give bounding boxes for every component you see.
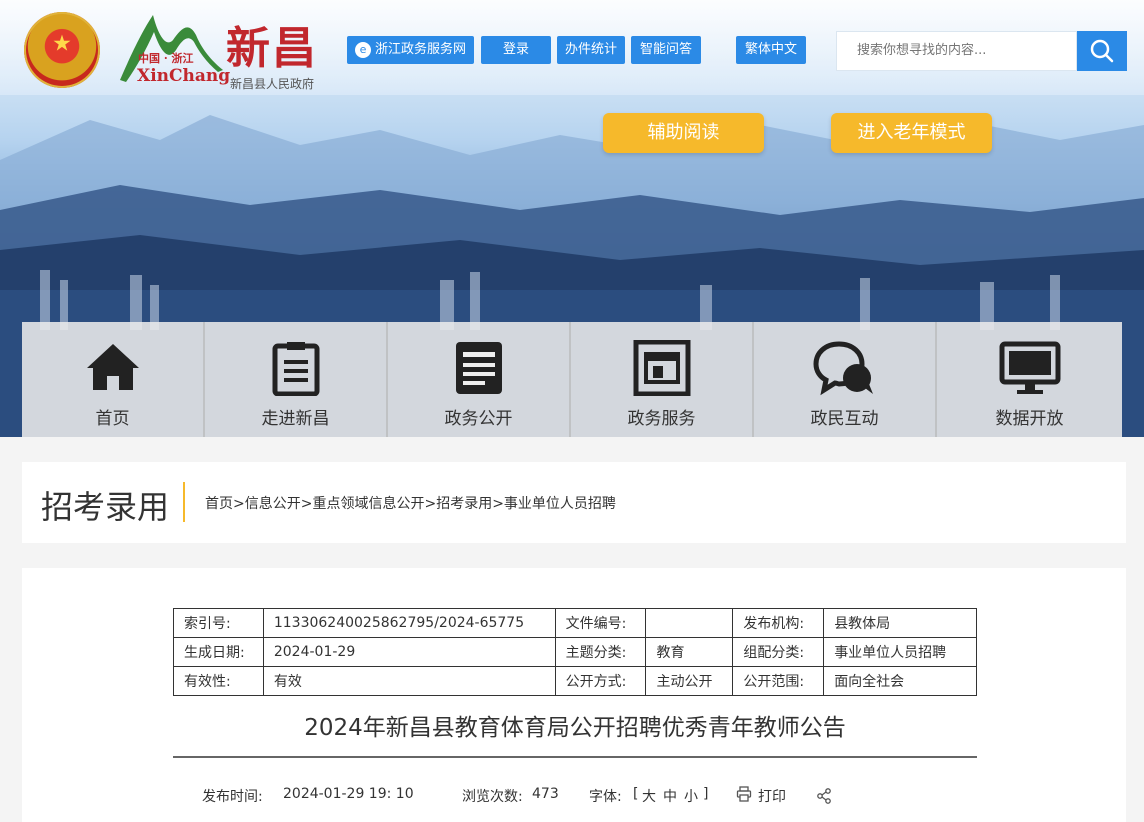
- document-meta-table: 索引号: 113306240025862795/2024-65775 文件编号:…: [173, 608, 977, 696]
- case-statistics-button[interactable]: 办件统计: [557, 36, 625, 64]
- views-count: 473: [532, 786, 559, 802]
- meta-value: [645, 608, 734, 638]
- service-window-icon: [633, 340, 690, 396]
- meta-label: 公开范围:: [732, 666, 825, 696]
- meta-label: 发布机构:: [732, 608, 825, 638]
- assisted-reading-button[interactable]: 辅助阅读: [603, 113, 764, 153]
- main-nav: 首页 走进新昌 政务公开 政务服务 政民互动 数据开放: [22, 322, 1122, 437]
- table-row: 有效性: 有效 公开方式: 主动公开 公开范围: 面向全社会: [173, 666, 977, 696]
- nav-label: 政务公开: [444, 409, 513, 429]
- logo-subtitle: 中国 · 浙江: [138, 52, 194, 65]
- meta-label: 公开方式:: [554, 666, 647, 696]
- nav-label: 数据开放: [995, 409, 1064, 429]
- meta-value: 县教体局: [823, 608, 977, 638]
- meta-label: 索引号:: [173, 608, 264, 638]
- elder-mode-button[interactable]: 进入老年模式: [831, 113, 992, 153]
- breadcrumb[interactable]: 首页>信息公开>重点领域信息公开>招考录用>事业单位人员招聘: [205, 493, 616, 513]
- zhejiang-service-icon: e: [354, 41, 371, 58]
- font-size-large-link[interactable]: 大: [642, 786, 656, 806]
- chat-bubbles-icon: [812, 341, 873, 396]
- nav-item-about-xinchang[interactable]: 走进新昌: [205, 322, 388, 437]
- meta-value: 主动公开: [645, 666, 734, 696]
- search-field[interactable]: [836, 31, 1077, 71]
- publish-time-label: 发布时间:: [202, 789, 263, 805]
- meta-value: 2024-01-29: [262, 637, 556, 667]
- meta-label: 文件编号:: [554, 608, 647, 638]
- views-label: 浏览次数:: [462, 789, 523, 805]
- publish-time: 2024-01-29 19: 10: [283, 786, 414, 802]
- font-size-bracket-close: ]: [703, 786, 709, 802]
- share-icon[interactable]: [816, 788, 832, 804]
- font-size-small-link[interactable]: 小: [684, 786, 698, 806]
- smart-qa-button[interactable]: 智能问答: [631, 36, 701, 64]
- title-divider: [183, 482, 185, 522]
- meta-value: 教育: [645, 637, 734, 667]
- font-size-bracket-open: [: [633, 786, 639, 802]
- nav-label: 政民互动: [810, 409, 879, 429]
- font-size-medium-link[interactable]: 中: [663, 786, 677, 806]
- meta-value: 面向全社会: [823, 666, 977, 696]
- nav-item-home[interactable]: 首页: [22, 322, 205, 437]
- logo-chinese-name: 新昌: [226, 23, 318, 74]
- search-button[interactable]: [1077, 31, 1127, 71]
- section-title: 招考录用: [41, 488, 170, 526]
- nav-label: 首页: [95, 409, 130, 429]
- search-icon: [1090, 39, 1114, 63]
- meta-label: 有效性:: [173, 666, 264, 696]
- nav-label: 政务服务: [627, 409, 696, 429]
- article-content: 索引号: 113306240025862795/2024-65775 文件编号:…: [22, 568, 1126, 822]
- document-list-icon: [272, 342, 319, 396]
- news-icon: [455, 342, 502, 394]
- meta-value: 113306240025862795/2024-65775: [262, 608, 556, 638]
- table-row: 生成日期: 2024-01-29 主题分类: 教育 组配分类: 事业单位人员招聘: [173, 637, 977, 667]
- title-divider-line: [173, 756, 977, 758]
- nav-item-gov-services[interactable]: 政务服务: [571, 322, 754, 437]
- logo-government-name: 新昌县人民政府: [230, 77, 315, 91]
- print-button[interactable]: 打印: [758, 786, 786, 806]
- nav-item-gov-affairs-open[interactable]: 政务公开: [388, 322, 571, 437]
- national-emblem-icon: ★: [24, 12, 100, 88]
- zhejiang-gov-service-button[interactable]: e 浙江政务服务网: [347, 36, 474, 64]
- section-header: 招考录用 首页>信息公开>重点领域信息公开>招考录用>事业单位人员招聘: [22, 462, 1126, 543]
- traditional-chinese-button[interactable]: 繁体中文: [736, 36, 806, 64]
- printer-icon[interactable]: [736, 786, 752, 802]
- meta-label: 生成日期:: [173, 637, 264, 667]
- table-row: 索引号: 113306240025862795/2024-65775 文件编号:…: [173, 608, 977, 638]
- home-icon: [86, 344, 139, 390]
- nav-item-data-open[interactable]: 数据开放: [937, 322, 1122, 437]
- header-banner: ★ 中国 · 浙江 XinChang 新昌 新昌县人民政府 e 浙江政务服务网 登…: [0, 0, 1144, 437]
- nav-item-citizen-interaction[interactable]: 政民互动: [754, 322, 937, 437]
- meta-value: 有效: [262, 666, 556, 696]
- meta-value: 事业单位人员招聘: [823, 637, 977, 667]
- article-title: 2024年新昌县教育体育局公开招聘优秀青年教师公告: [304, 715, 846, 741]
- search-input[interactable]: [855, 42, 1059, 59]
- font-size-label: 字体:: [589, 789, 622, 805]
- zhejiang-gov-service-label: 浙江政务服务网: [374, 42, 466, 57]
- meta-label: 组配分类:: [732, 637, 825, 667]
- monitor-icon: [999, 341, 1060, 394]
- logo-english-name: XinChang: [137, 66, 231, 86]
- nav-label: 走进新昌: [261, 409, 330, 429]
- login-button[interactable]: 登录: [481, 36, 551, 64]
- meta-label: 主题分类:: [554, 637, 647, 667]
